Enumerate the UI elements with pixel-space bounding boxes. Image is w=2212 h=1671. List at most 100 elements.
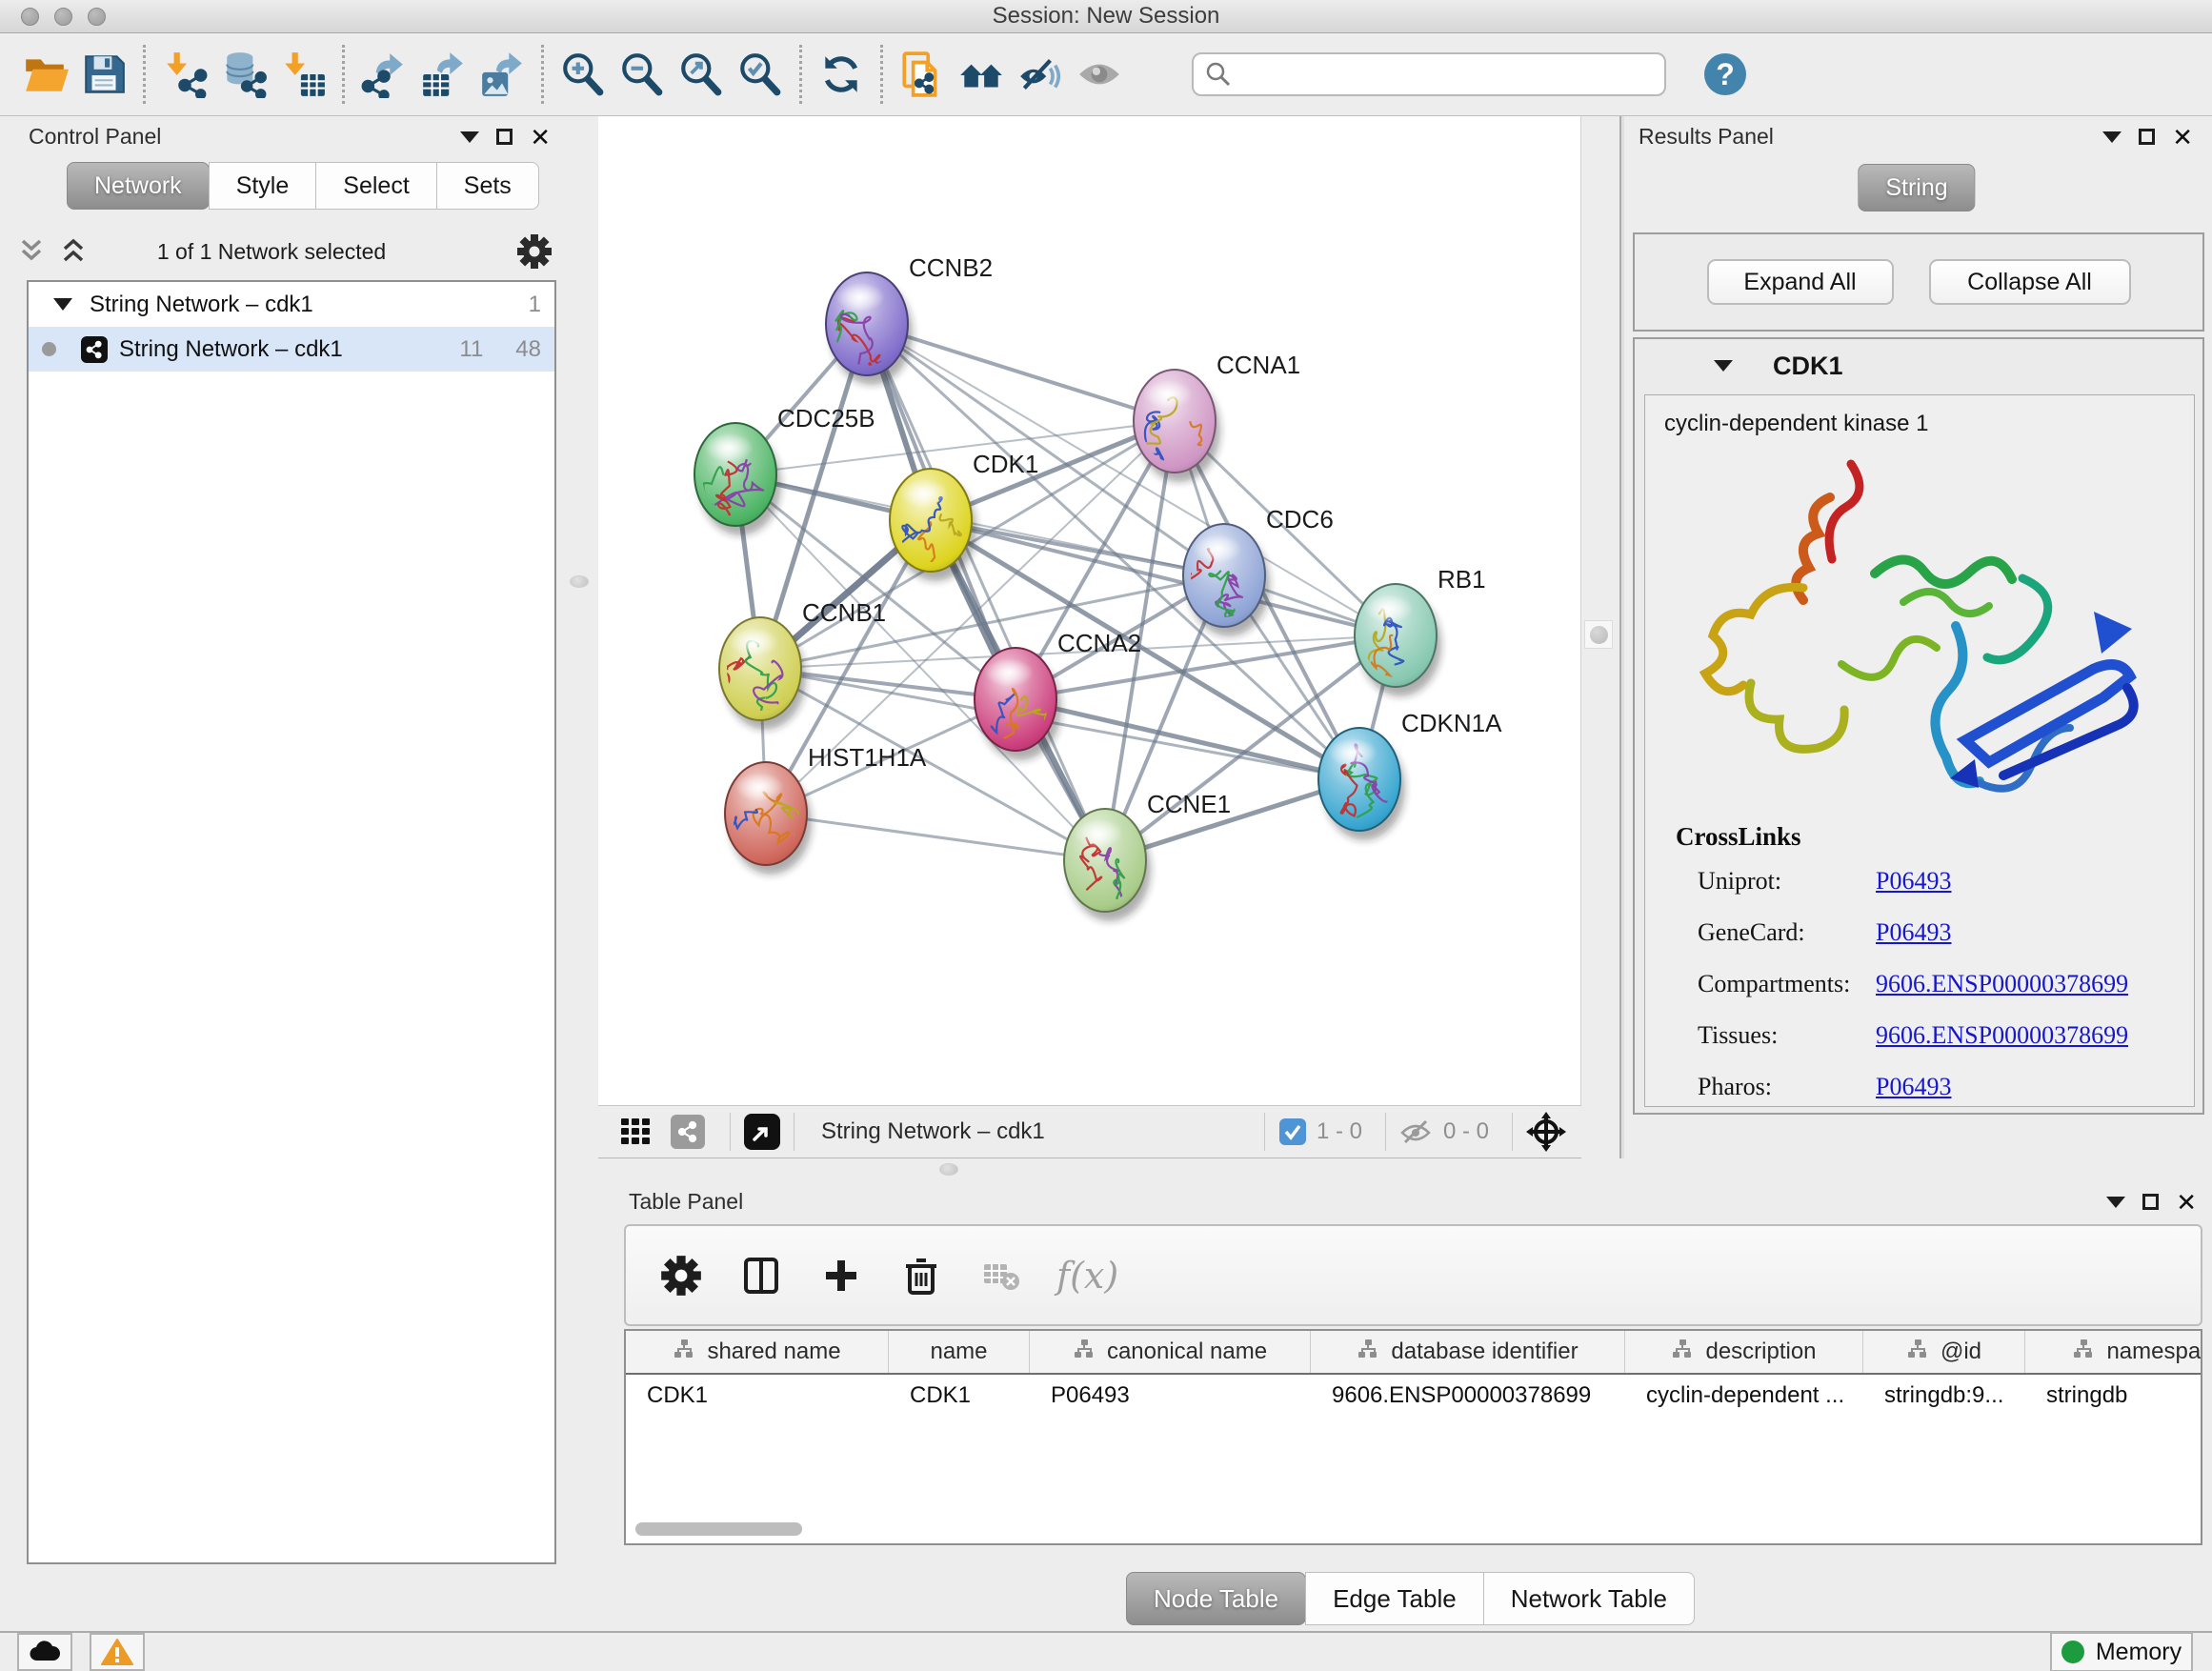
table-cell[interactable]: CDK1 — [889, 1382, 1030, 1409]
network-edge-CDK1-RB1[interactable] — [931, 520, 1396, 635]
center-view-icon[interactable] — [1526, 1112, 1566, 1152]
crosslink-link[interactable]: P06493 — [1876, 1073, 1951, 1101]
table-cell[interactable]: stringdb — [2025, 1382, 2202, 1409]
close-panel-icon[interactable]: ✕ — [530, 125, 551, 150]
gear-icon[interactable] — [516, 233, 553, 270]
import-network-button[interactable] — [155, 44, 214, 105]
table-cell[interactable]: cyclin-dependent ... — [1625, 1382, 1863, 1409]
network-node-HIST1H1A[interactable] — [719, 762, 818, 875]
zoom-in-button[interactable] — [553, 44, 613, 105]
first-neighbors-button[interactable] — [952, 44, 1011, 105]
network-edge-CCNB2-CCNA1[interactable] — [867, 324, 1175, 421]
add-column-button[interactable] — [816, 1251, 866, 1300]
toolbar-search[interactable] — [1192, 52, 1666, 96]
gene-expander-icon[interactable] — [1714, 360, 1733, 372]
network-node-CDKN1A[interactable] — [1318, 728, 1405, 840]
maximize-panel-icon[interactable] — [2139, 129, 2155, 145]
crosslink-link[interactable]: 9606.ENSP00000378699 — [1876, 1021, 2128, 1050]
control-tab-style[interactable]: Style — [209, 162, 317, 210]
bottom-splitter-handle[interactable] — [939, 1163, 958, 1176]
control-tab-network[interactable]: Network — [67, 162, 210, 210]
control-tab-select[interactable]: Select — [315, 162, 436, 210]
zoom-out-button[interactable] — [613, 44, 672, 105]
warning-icon — [101, 1638, 133, 1666]
crosslink-link[interactable]: P06493 — [1876, 918, 1951, 947]
column-label: shared name — [707, 1339, 840, 1365]
show-all-button[interactable] — [1070, 44, 1129, 105]
left-splitter-handle[interactable] — [570, 575, 589, 588]
table-cell[interactable]: stringdb:9... — [1863, 1382, 2025, 1409]
network-collection-row[interactable]: String Network – cdk1 1 — [29, 282, 554, 327]
float-panel-icon[interactable] — [2102, 131, 2122, 143]
zoom-fit-button[interactable] — [672, 44, 731, 105]
table-tab-edge-table[interactable]: Edge Table — [1305, 1572, 1484, 1625]
network-edge-CCNB2-CCNE1[interactable] — [867, 324, 1105, 860]
table-tab-node-table[interactable]: Node Table — [1126, 1572, 1306, 1625]
zoom-selected-button[interactable] — [731, 44, 790, 105]
column-header--id[interactable]: @id — [1863, 1331, 2025, 1373]
birdseye-grid-icon[interactable] — [619, 1115, 654, 1149]
collection-expander-icon[interactable] — [53, 298, 72, 311]
network-node-CCNA1[interactable] — [1128, 370, 1233, 485]
node-table[interactable]: shared name namecanonical namedatabase id… — [624, 1329, 2202, 1545]
selected-checkbox-icon[interactable] — [1278, 1117, 1307, 1146]
close-panel-icon[interactable]: ✕ — [2176, 1190, 2197, 1215]
delete-column-button[interactable] — [896, 1251, 946, 1300]
export-table-button[interactable] — [413, 44, 473, 105]
table-tab-network-table[interactable]: Network Table — [1483, 1572, 1695, 1625]
import-table-button[interactable] — [273, 44, 332, 105]
network-node-CDC6[interactable] — [1165, 524, 1270, 636]
gene-section-header[interactable]: CDK1 — [1635, 345, 2202, 387]
right-splitter-handle[interactable] — [1584, 620, 1613, 649]
table-cell[interactable]: CDK1 — [626, 1382, 889, 1409]
open-in-browser-button[interactable] — [744, 1114, 780, 1150]
show-columns-button[interactable] — [736, 1251, 786, 1300]
import-network-from-database-button[interactable] — [214, 44, 273, 105]
network-view[interactable]: CCNB2CCNA1CDC25BCDK1CDC6RB1CCNB1CCNA2CDK… — [598, 116, 1581, 1105]
network-row[interactable]: String Network – cdk1 11 48 — [29, 327, 554, 372]
network-edge-CCNE1-HIST1H1A[interactable] — [766, 814, 1105, 860]
apply-layout-button[interactable] — [812, 44, 871, 105]
float-panel-icon[interactable] — [2106, 1197, 2125, 1208]
network-node-CCNB2[interactable] — [823, 272, 913, 389]
expand-all-button[interactable]: Expand All — [1707, 259, 1894, 305]
column-header-description[interactable]: description — [1625, 1331, 1863, 1373]
table-horizontal-scrollbar[interactable] — [635, 1522, 802, 1536]
save-session-button[interactable] — [74, 44, 133, 105]
export-image-button[interactable] — [473, 44, 532, 105]
hide-selected-button[interactable] — [1011, 44, 1070, 105]
column-header-shared-name[interactable]: shared name — [626, 1331, 889, 1373]
export-network-button[interactable] — [354, 44, 413, 105]
network-node-CCNB1[interactable] — [709, 617, 806, 733]
maximize-panel-icon[interactable] — [2142, 1194, 2159, 1210]
column-header-canonical-name[interactable]: canonical name — [1030, 1331, 1311, 1373]
table-settings-button[interactable] — [656, 1251, 706, 1300]
crosslink-link[interactable]: P06493 — [1876, 867, 1951, 896]
maximize-panel-icon[interactable] — [496, 129, 513, 145]
table-cell[interactable]: 9606.ENSP00000378699 — [1311, 1382, 1625, 1409]
network-edge-CCNA2-CDKN1A[interactable] — [1016, 699, 1359, 779]
help-button[interactable]: ? — [1704, 53, 1746, 95]
memory-button[interactable]: Memory — [2050, 1632, 2193, 1671]
control-tab-sets[interactable]: Sets — [436, 162, 539, 210]
column-header-namespace[interactable]: namespace — [2025, 1331, 2202, 1373]
crosslink-link[interactable]: 9606.ENSP00000378699 — [1876, 970, 2128, 998]
float-panel-icon[interactable] — [460, 131, 479, 143]
table-cell[interactable]: P06493 — [1030, 1382, 1311, 1409]
column-header-name[interactable]: name — [889, 1331, 1030, 1373]
network-node-CCNE1[interactable] — [1064, 809, 1151, 934]
warnings-button[interactable] — [90, 1633, 145, 1671]
close-panel-icon[interactable]: ✕ — [2172, 125, 2193, 150]
hierarchy-icon — [2072, 1338, 2095, 1367]
open-folder-icon — [21, 50, 69, 98]
column-header-database-identifier[interactable]: database identifier — [1311, 1331, 1625, 1373]
string-view-icon[interactable] — [671, 1115, 705, 1149]
network-svg[interactable]: CCNB2CCNA1CDC25BCDK1CDC6RB1CCNB1CCNA2CDK… — [598, 116, 1581, 1105]
results-tab-string[interactable]: String — [1858, 164, 1975, 211]
table-row[interactable]: CDK1CDK1P064939606.ENSP00000378699cyclin… — [626, 1375, 2201, 1417]
cloud-status-button[interactable] — [17, 1633, 72, 1671]
clone-network-button[interactable] — [893, 44, 952, 105]
open-session-button[interactable] — [15, 44, 74, 105]
search-input[interactable] — [1239, 61, 1653, 88]
collapse-all-button[interactable]: Collapse All — [1929, 259, 2131, 305]
